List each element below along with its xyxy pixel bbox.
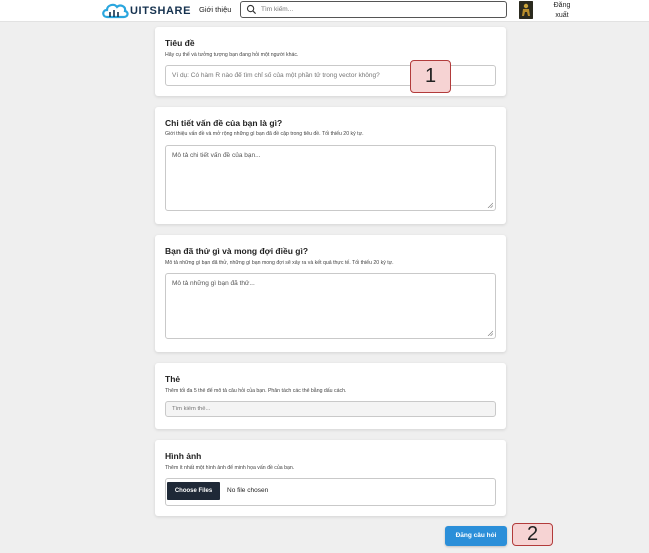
title-heading: Tiêu đề xyxy=(165,38,195,48)
image-description: Thêm ít nhất một hình ảnh để minh họa vấ… xyxy=(165,465,295,471)
tried-card: Bạn đã thử gì và mong đợi điều gì? Mô tả… xyxy=(155,235,506,352)
no-file-label: No file chosen xyxy=(227,487,269,494)
details-description: Giới thiệu vấn đề và mở rộng những gì bạ… xyxy=(165,131,364,137)
tried-description: Mô tả những gì bạn đã thử, những gì bạn … xyxy=(165,260,394,266)
tried-placeholder: Mô tả những gì bạn đã thử... xyxy=(172,280,255,287)
tags-heading: Thẻ xyxy=(165,374,181,384)
image-card: Hình ảnh Thêm ít nhất một hình ảnh để mi… xyxy=(155,440,506,516)
details-placeholder: Mô tả chi tiết vấn đề của bạn... xyxy=(172,152,261,159)
resize-grip-icon[interactable] xyxy=(487,202,493,208)
details-card: Chi tiết vấn đề của bạn là gì? Giới thiệ… xyxy=(155,107,506,224)
brand-name: UITSHARE xyxy=(130,5,192,17)
file-upload[interactable]: Choose Files No file chosen xyxy=(165,478,496,506)
resize-grip-icon[interactable] xyxy=(487,330,493,336)
avatar-image xyxy=(519,1,533,19)
marker-2: 2 xyxy=(512,523,553,546)
tags-description: Thêm tối đa 5 thẻ để mô tả câu hỏi của b… xyxy=(165,388,347,394)
tried-heading: Bạn đã thử gì và mong đợi điều gì? xyxy=(165,246,309,256)
submit-question-button[interactable]: Đăng câu hỏi xyxy=(445,526,507,546)
nav-link-about[interactable]: Giới thiệu xyxy=(199,5,231,14)
choose-files-button[interactable]: Choose Files xyxy=(167,482,220,500)
cloud-icon xyxy=(102,3,129,19)
tried-textarea[interactable]: Mô tả những gì bạn đã thử... xyxy=(165,273,496,339)
details-heading: Chi tiết vấn đề của bạn là gì? xyxy=(165,118,283,128)
brand-logo[interactable]: UITSHARE xyxy=(101,2,191,20)
tags-card: Thẻ Thêm tối đa 5 thẻ để mô tả câu hỏi c… xyxy=(155,363,506,429)
tags-input[interactable] xyxy=(165,401,496,417)
logout-label-line2: xuất xyxy=(555,12,569,19)
search-box[interactable] xyxy=(240,1,507,18)
search-input[interactable] xyxy=(261,6,501,13)
logout-label-line1: Đăng xyxy=(553,2,571,9)
title-card: Tiêu đề Hãy cụ thể và tưởng tượng bạn đa… xyxy=(155,27,506,96)
avatar[interactable] xyxy=(519,1,533,19)
title-description: Hãy cụ thể và tưởng tượng bạn đang hỏi m… xyxy=(165,52,299,58)
top-navbar: UITSHARE Giới thiệu Đăng xuất xyxy=(0,0,649,22)
details-textarea[interactable]: Mô tả chi tiết vấn đề của bạn... xyxy=(165,145,496,211)
logout-link[interactable]: Đăng xuất xyxy=(549,1,575,21)
image-heading: Hình ảnh xyxy=(165,451,202,461)
search-icon xyxy=(246,4,257,15)
marker-1: 1 xyxy=(410,60,451,93)
